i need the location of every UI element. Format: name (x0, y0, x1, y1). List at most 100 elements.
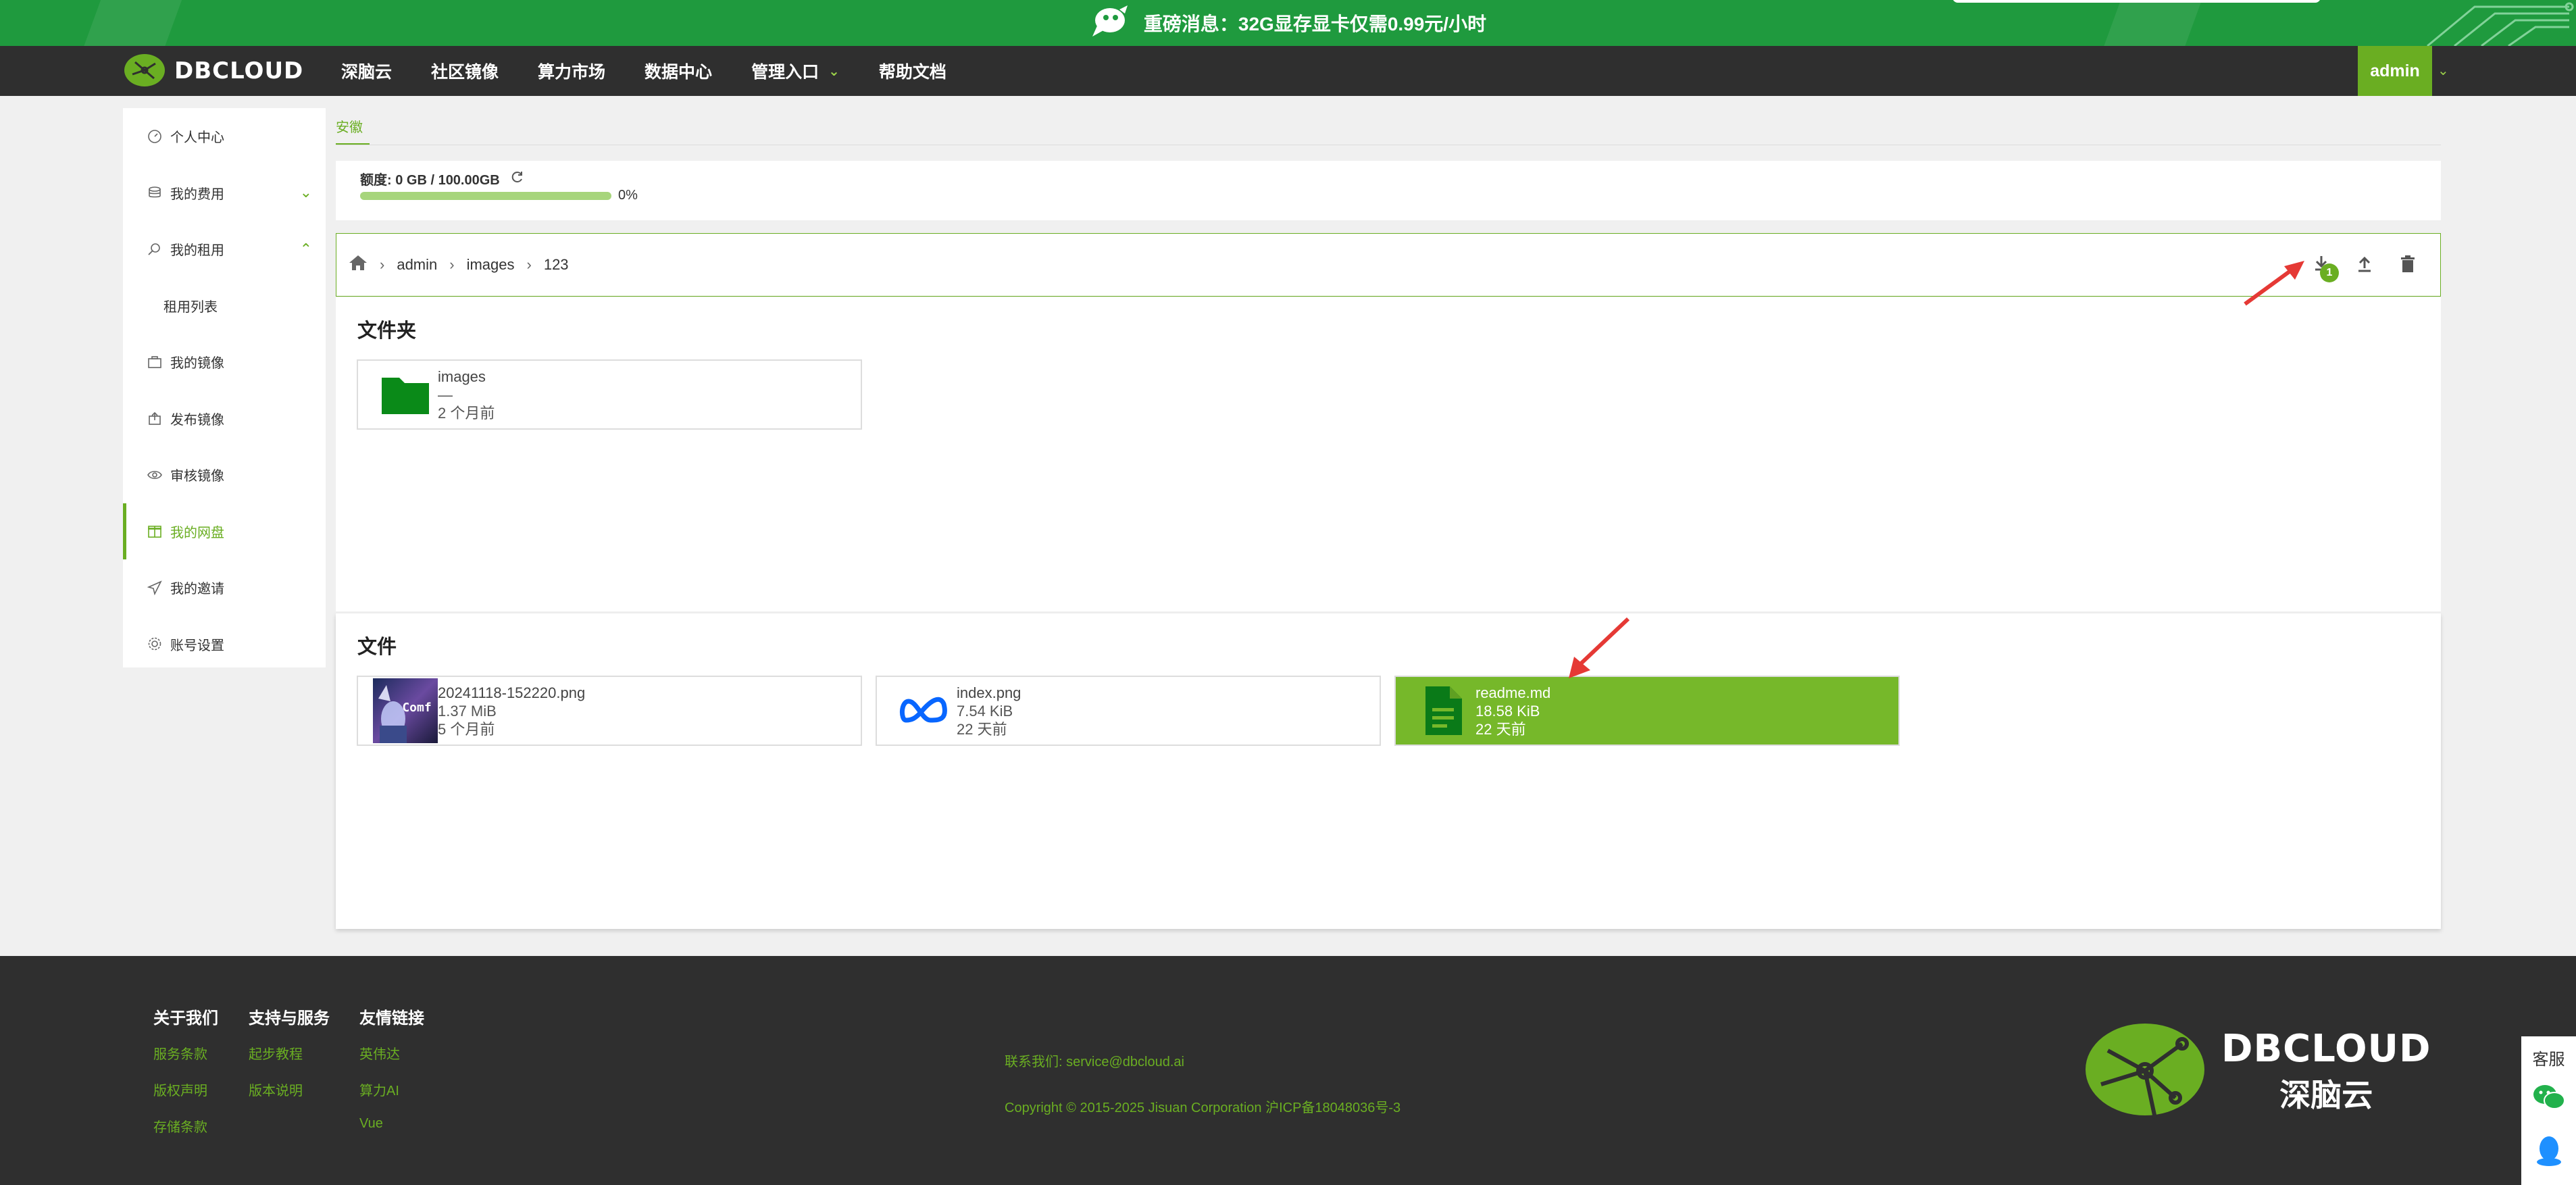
footer-heading: 关于我们 (153, 1009, 218, 1028)
quota-percent: 0% (618, 188, 638, 203)
chevron-down-icon: ⌄ (299, 184, 312, 201)
footer-col-about: 关于我们 服务条款 版权声明 存储条款 (153, 1005, 218, 1153)
tab-region[interactable]: 安徽 (336, 116, 363, 136)
publish-icon (147, 411, 162, 426)
chevron-up-icon: ⌃ (299, 240, 312, 257)
folder-modified: 2 个月前 (438, 404, 495, 422)
sidebar-item-label: 审核镜像 (170, 469, 224, 484)
eye-icon (147, 468, 162, 482)
footer-link[interactable]: 英伟达 (359, 1043, 424, 1080)
logo[interactable]: DBCLOUD (122, 51, 303, 91)
nav-item-data-center[interactable]: 数据中心 (645, 59, 712, 83)
sidebar-item-rentals[interactable]: 我的租用 ⌃ (123, 221, 326, 278)
qq-icon[interactable] (2535, 1135, 2562, 1171)
footer-link[interactable]: Vue (359, 1116, 424, 1153)
banner-text[interactable]: 重磅消息：32G显存显卡仅需0.99元/小时 (1144, 9, 1486, 36)
nav-label: 数据中心 (645, 63, 713, 82)
chevron-right-icon: › (526, 256, 532, 273)
sidebar-item-label: 我的租用 (170, 243, 224, 259)
file-size: 18.58 KiB (1475, 702, 1540, 720)
nav-label: 社区镜像 (431, 63, 499, 82)
dashboard-icon (147, 129, 162, 144)
package-icon (147, 524, 162, 538)
trash-icon (2401, 255, 2415, 272)
footer: 关于我们 服务条款 版权声明 存储条款 支持与服务 起步教程 版本说明 友情链接… (0, 956, 2576, 1185)
nav-item-community-images[interactable]: 社区镜像 (431, 59, 499, 83)
nav-label: 算力市场 (538, 63, 606, 82)
service-label: 客服 (2532, 1051, 2565, 1069)
footer-col-support: 支持与服务 起步教程 版本说明 (249, 1005, 330, 1116)
send-icon (147, 580, 162, 595)
footer-link[interactable]: 存储条款 (153, 1116, 218, 1153)
download-count-badge: 1 (2320, 263, 2339, 282)
footer-logo: DBCLOUD 深脑云 (2081, 1017, 2431, 1125)
folder-name: images (438, 368, 486, 385)
sidebar-item-my-images[interactable]: 我的镜像 (123, 334, 326, 390)
delete-button[interactable] (2396, 247, 2420, 281)
footer-copyright: Copyright © 2015-2025 Jisuan Corporation… (1005, 1101, 1401, 1115)
folder-size: — (438, 386, 453, 403)
sidebar-item-label: 租用列表 (163, 299, 218, 315)
sidebar-item-profile[interactable]: 个人中心 (123, 108, 326, 165)
customer-service-widget[interactable]: 客服 (2521, 1036, 2576, 1185)
footer-link[interactable]: 算力AI (359, 1080, 424, 1116)
footer-link[interactable]: 服务条款 (153, 1043, 218, 1080)
sidebar-item-my-netdisk[interactable]: 我的网盘 (123, 503, 326, 559)
home-icon[interactable] (349, 254, 368, 276)
chevron-right-icon: › (449, 256, 455, 273)
sidebar: 个人中心 我的费用 ⌄ 我的租用 ⌃ 租用列表 我的镜像 发布镜像 审核镜像 我… (123, 108, 326, 667)
footer-link[interactable]: 版权声明 (153, 1080, 218, 1116)
footer-link[interactable]: 版本说明 (249, 1080, 330, 1116)
file-size: 1.37 MiB (438, 702, 497, 720)
sidebar-item-billing[interactable]: 我的费用 ⌄ (123, 165, 326, 222)
folders-panel: 文件夹 images — 2 个月前 (336, 297, 2441, 611)
file-size: 7.54 KiB (957, 702, 1013, 720)
quota-label: 额度: 0 GB / 100.00GB (360, 173, 500, 188)
logo-text: DBCLOUD (174, 57, 304, 84)
file-name: 20241118-152220.png (438, 684, 586, 701)
nav-item-compute-market[interactable]: 算力市场 (538, 59, 605, 83)
quota-progress-bar (360, 192, 611, 200)
brain-logo-icon (2086, 1024, 2204, 1119)
meta-logo-icon (892, 678, 957, 743)
sidebar-item-review-images[interactable]: 审核镜像 (123, 447, 326, 503)
file-card-selected[interactable]: readme.md 18.58 KiB 22 天前 (1394, 676, 1900, 746)
breadcrumb-item[interactable]: images (467, 256, 515, 274)
user-menu-button[interactable]: admin (2358, 46, 2432, 96)
file-card[interactable]: Comf 20241118-152220.png 1.37 MiB 5 个月前 (357, 676, 862, 746)
wechat-icon[interactable] (2532, 1083, 2566, 1115)
file-card[interactable]: index.png 7.54 KiB 22 天前 (876, 676, 1381, 746)
sidebar-item-invitations[interactable]: 我的邀请 (123, 559, 326, 616)
nav-item-deepbrain[interactable]: 深脑云 (341, 59, 392, 83)
quota-label-row: 额度: 0 GB / 100.00GB (360, 169, 524, 188)
sidebar-item-account-settings[interactable]: 账号设置 (123, 616, 326, 673)
breadcrumb-item[interactable]: 123 (544, 256, 569, 274)
search-icon (147, 242, 162, 257)
breadcrumb-bar: › admin › images › 123 1 (336, 233, 2441, 297)
footer-contact[interactable]: 联系我们: service@dbcloud.ai (1005, 1051, 1184, 1070)
sidebar-item-label: 我的邀请 (170, 582, 224, 597)
banner-search-edge (1952, 0, 2321, 3)
briefcase-icon (147, 355, 162, 370)
nav-item-help-docs[interactable]: 帮助文档 (879, 59, 946, 83)
main-nav: DBCLOUD 深脑云 社区镜像 算力市场 数据中心 管理入口 ⌄ 帮助文档 ad… (0, 46, 2576, 96)
footer-link[interactable]: 起步教程 (249, 1043, 330, 1080)
files-panel: 文件 Comf 20241118-152220.png 1.37 MiB 5 个… (336, 613, 2441, 929)
download-button[interactable]: 1 (2309, 247, 2339, 282)
footer-heading: 友情链接 (359, 1009, 424, 1028)
sidebar-item-rental-list[interactable]: 租用列表 (123, 278, 326, 334)
sidebar-item-publish-image[interactable]: 发布镜像 (123, 390, 326, 447)
banner-mascot-icon (1090, 4, 1132, 43)
nav-item-admin-entry[interactable]: 管理入口 ⌄ (751, 59, 840, 83)
breadcrumb: › admin › images › 123 (349, 234, 569, 296)
breadcrumb-item[interactable]: admin (397, 256, 437, 274)
sidebar-item-label: 个人中心 (170, 130, 224, 146)
file-modified: 22 天前 (957, 720, 1007, 738)
upload-button[interactable] (2352, 247, 2377, 281)
refresh-icon[interactable] (511, 170, 524, 188)
chevron-down-icon[interactable]: ⌄ (2438, 62, 2449, 79)
nav-label: 管理入口 (751, 63, 819, 82)
folder-card[interactable]: images — 2 个月前 (357, 359, 862, 430)
thumbnail-text: Comf (402, 700, 432, 715)
nav-label: 深脑云 (341, 63, 393, 82)
